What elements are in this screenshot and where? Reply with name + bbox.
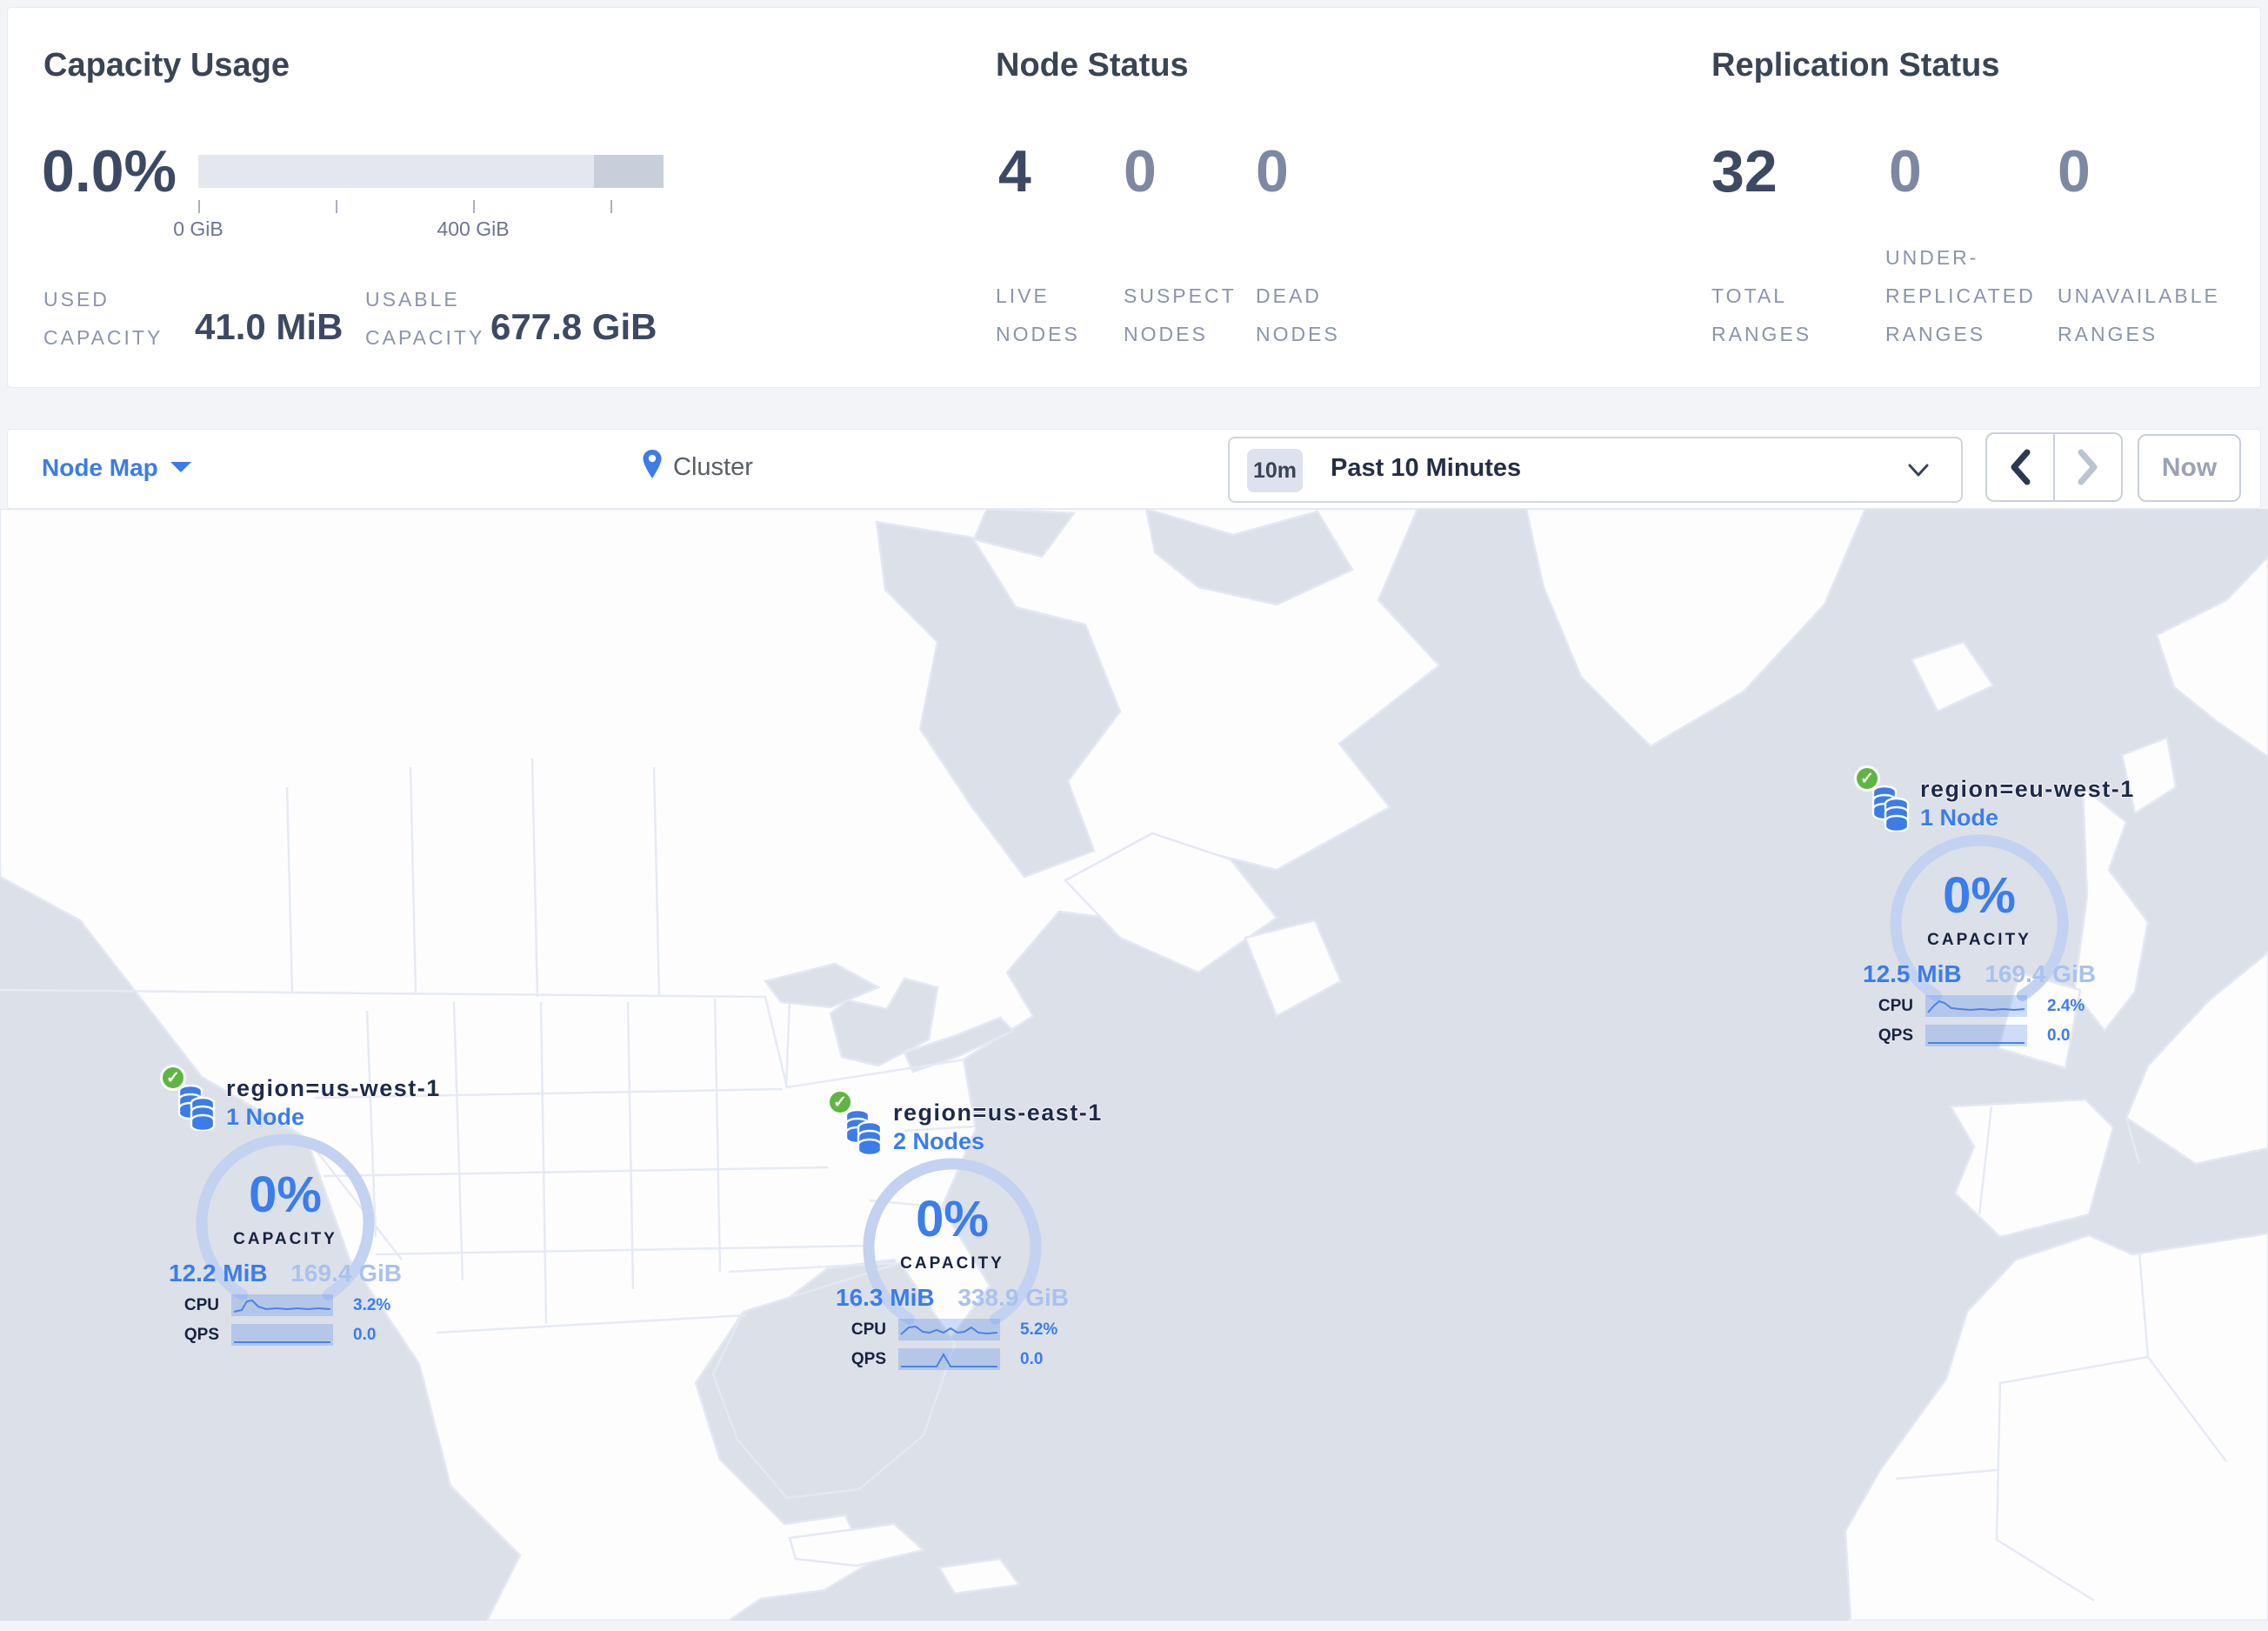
qps-sparkline xyxy=(231,1324,333,1346)
unavailable-ranges-label: UNAVAILABLE RANGES xyxy=(2058,284,2220,345)
region-marker-us-east-1[interactable]: ✓ region=us-east-1 2 Nodes 0% CAPACITY 1… xyxy=(771,1087,1137,1383)
next-time-button[interactable] xyxy=(2053,434,2121,500)
qps-value: 0.0 xyxy=(1020,1350,1044,1368)
region-marker-eu-west-1[interactable]: ✓ region=eu-west-1 1 Node 0% CAPACITY 12… xyxy=(1798,764,2164,1059)
region-node-count[interactable]: 1 Node xyxy=(226,1104,304,1131)
database-stack-icon xyxy=(844,1108,883,1155)
dead-nodes-label: DEAD NODES xyxy=(1256,284,1340,345)
time-range-badge: 10m xyxy=(1247,449,1303,492)
region-capacity-label: CAPACITY xyxy=(233,1230,337,1248)
time-range-dropdown[interactable]: 10m Past 10 Minutes xyxy=(1228,437,1963,503)
total-ranges-label: TOTAL RANGES xyxy=(1711,284,1812,345)
node-status-title: Node Status xyxy=(996,47,1189,84)
region-total-capacity: 338.9 GiB xyxy=(957,1284,1069,1311)
total-ranges-count: 32 xyxy=(1711,138,1778,204)
cpu-sparkline xyxy=(231,1294,333,1316)
database-stack-icon xyxy=(1871,785,1910,832)
map-pin-icon xyxy=(643,450,662,478)
qps-label: QPS xyxy=(850,1350,886,1368)
qps-label: QPS xyxy=(183,1326,219,1344)
suspect-nodes-label: SUSPECT NODES xyxy=(1124,284,1237,345)
usable-capacity-value: 677.8 GiB xyxy=(490,306,657,347)
region-capacity-percent: 0% xyxy=(249,1166,322,1223)
cpu-label: CPU xyxy=(850,1320,886,1339)
view-selector-node-map[interactable]: Node Map xyxy=(42,454,158,482)
unavailable-ranges-count: 0 xyxy=(2058,138,2091,204)
cpu-label: CPU xyxy=(1878,997,1913,1015)
capacity-usage-title: Capacity Usage xyxy=(43,47,290,84)
region-used-capacity: 12.2 MiB xyxy=(169,1260,268,1287)
region-name: region=us-west-1 xyxy=(226,1075,441,1101)
replication-status-title: Replication Status xyxy=(1711,47,2000,84)
region-name: region=eu-west-1 xyxy=(1920,776,2135,802)
region-capacity-percent: 0% xyxy=(916,1191,989,1247)
region-node-count[interactable]: 2 Nodes xyxy=(893,1128,984,1155)
capacity-bar-tick-label: 0 GiB xyxy=(173,217,223,240)
qps-value: 0.0 xyxy=(2047,1026,2071,1045)
live-nodes-label: LIVE NODES xyxy=(996,284,1080,345)
prev-arrow-icon xyxy=(2011,449,2031,485)
capacity-bar-tick-label: 400 GiB xyxy=(437,217,510,240)
dead-nodes-count: 0 xyxy=(1256,138,1289,204)
previous-time-button[interactable] xyxy=(1987,434,2053,500)
region-name: region=us-east-1 xyxy=(893,1100,1103,1126)
qps-value: 0.0 xyxy=(353,1326,377,1344)
region-total-capacity: 169.4 GiB xyxy=(1984,960,2096,987)
qps-sparkline xyxy=(1925,1025,2027,1046)
cpu-value: 2.4% xyxy=(2047,997,2085,1015)
capacity-bar-reserved-segment xyxy=(594,155,664,188)
region-capacity-label: CAPACITY xyxy=(1927,931,2031,949)
cpu-sparkline xyxy=(1925,995,2027,1017)
used-capacity-value: 41.0 MiB xyxy=(195,306,344,347)
next-arrow-icon xyxy=(2078,449,2098,485)
cpu-value: 5.2% xyxy=(1020,1320,1058,1339)
used-capacity-label: USED CAPACITY xyxy=(43,288,163,349)
breadcrumb-cluster[interactable]: Cluster xyxy=(673,453,753,482)
region-capacity-label: CAPACITY xyxy=(900,1254,1004,1273)
capacity-used-percent: 0.0% xyxy=(42,138,177,204)
region-used-capacity: 12.5 MiB xyxy=(1863,960,1962,987)
qps-sparkline xyxy=(898,1348,1000,1370)
qps-label: QPS xyxy=(1878,1026,1913,1045)
capacity-bar-tick xyxy=(336,200,337,213)
suspect-nodes-count: 0 xyxy=(1124,138,1157,204)
cpu-label: CPU xyxy=(183,1296,219,1314)
cpu-value: 3.2% xyxy=(353,1296,391,1314)
region-total-capacity: 169.4 GiB xyxy=(290,1260,402,1287)
dropdown-caret-icon xyxy=(170,462,191,472)
database-stack-icon xyxy=(177,1084,216,1131)
region-marker-us-west-1[interactable]: ✓ region=us-west-1 1 Node 0% CAPACITY 12… xyxy=(104,1063,470,1359)
time-range-value: Past 10 Minutes xyxy=(1331,454,1522,482)
under-replicated-ranges-label: UNDER- REPLICATED RANGES xyxy=(1885,246,2036,345)
under-replicated-ranges-count: 0 xyxy=(1889,138,1922,204)
cpu-sparkline xyxy=(898,1319,1000,1340)
region-used-capacity: 16.3 MiB xyxy=(836,1284,935,1311)
capacity-bar xyxy=(198,155,664,188)
now-button[interactable]: Now xyxy=(2138,434,2241,502)
region-node-count[interactable]: 1 Node xyxy=(1920,805,1998,832)
time-step-buttons xyxy=(1985,432,2123,502)
capacity-bar-tick xyxy=(198,200,200,213)
chevron-down-icon xyxy=(1908,464,1929,477)
capacity-bar-tick xyxy=(473,200,475,213)
capacity-bar-tick xyxy=(610,200,612,213)
live-nodes-count: 4 xyxy=(998,138,1031,204)
region-capacity-percent: 0% xyxy=(1943,867,2016,924)
usable-capacity-label: USABLE CAPACITY xyxy=(365,288,485,349)
